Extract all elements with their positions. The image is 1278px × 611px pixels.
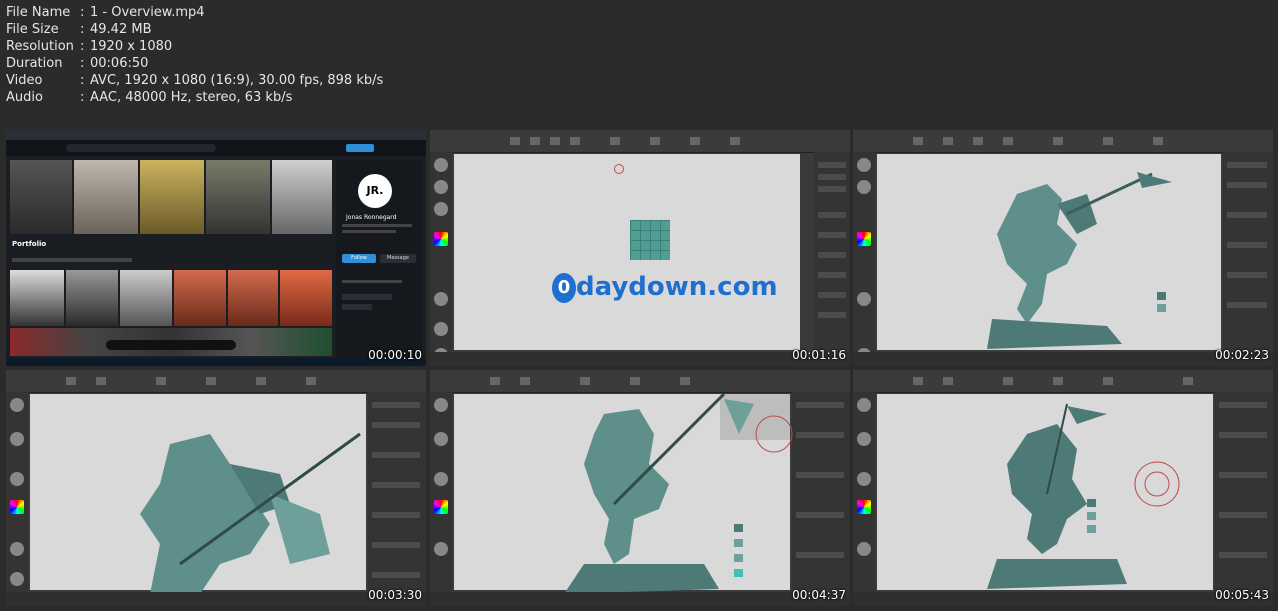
statue-model xyxy=(564,394,793,594)
follow-button[interactable]: Follow xyxy=(342,254,376,263)
file-info-row: Duration:00:06:50 xyxy=(6,56,149,71)
message-button[interactable]: Message xyxy=(380,254,416,263)
thumbnail-grid: Portfolio JR. Jonas Ronnegard Follow Mes… xyxy=(0,126,1278,611)
thumbnail[interactable]: 0 daydown.com 00:01:16 xyxy=(430,130,850,366)
timestamp: 00:01:16 xyxy=(792,348,846,362)
file-info-panel: File Name:1 - Overview.mp4 File Size:49.… xyxy=(6,4,383,106)
profile-avatar: JR. xyxy=(358,174,392,208)
statue-model xyxy=(987,172,1172,349)
info-value: AVC, 1920 x 1080 (16:9), 30.00 fps, 898 … xyxy=(90,73,384,88)
watermark: 0 daydown.com xyxy=(552,272,778,303)
brush-cursor xyxy=(614,164,624,174)
info-key: File Name xyxy=(6,5,71,20)
info-key: Resolution xyxy=(6,39,74,54)
profile-logo: JR. xyxy=(366,184,384,197)
info-key: Duration xyxy=(6,56,63,71)
timestamp: 00:05:43 xyxy=(1215,588,1269,602)
thumbnail[interactable]: 00:04:37 xyxy=(430,370,850,606)
thumbnail[interactable]: 00:05:43 xyxy=(853,370,1273,606)
info-value: 1 - Overview.mp4 xyxy=(90,5,205,20)
info-value: 1920 x 1080 xyxy=(90,39,173,54)
file-info-row: Video: AVC, 1920 x 1080 (16:9), 30.00 fps… xyxy=(6,73,384,88)
timestamp: 00:03:30 xyxy=(368,588,422,602)
file-info-row: Audio: AAC, 48000 Hz, stereo, 63 kb/s xyxy=(6,90,293,105)
info-value: 49.42 MB xyxy=(90,22,152,37)
timestamp: 00:04:37 xyxy=(792,588,846,602)
thumbnail[interactable]: 00:02:23 xyxy=(853,130,1273,366)
timestamp: 00:00:10 xyxy=(368,348,422,362)
thumbnail[interactable]: Portfolio JR. Jonas Ronnegard Follow Mes… xyxy=(6,130,426,366)
info-key: Audio xyxy=(6,90,43,105)
statue-closeup xyxy=(140,432,361,594)
thumbnail[interactable]: 00:03:30 xyxy=(6,370,426,606)
portfolio-heading: Portfolio xyxy=(12,240,47,248)
website-screenshot: Portfolio JR. Jonas Ronnegard Follow Mes… xyxy=(6,130,426,366)
grid-plane xyxy=(630,220,670,260)
file-info-row: Resolution:1920 x 1080 xyxy=(6,39,173,54)
info-value: AAC, 48000 Hz, stereo, 63 kb/s xyxy=(90,90,293,105)
file-info-row: File Size:49.42 MB xyxy=(6,22,152,37)
info-value: 00:06:50 xyxy=(90,56,149,71)
statue-model xyxy=(987,403,1180,589)
profile-name: Jonas Ronnegard xyxy=(346,214,397,221)
info-key: Video xyxy=(6,73,43,88)
file-info-row: File Name:1 - Overview.mp4 xyxy=(6,5,205,20)
info-key: File Size xyxy=(6,22,59,37)
timestamp: 00:02:23 xyxy=(1215,348,1269,362)
